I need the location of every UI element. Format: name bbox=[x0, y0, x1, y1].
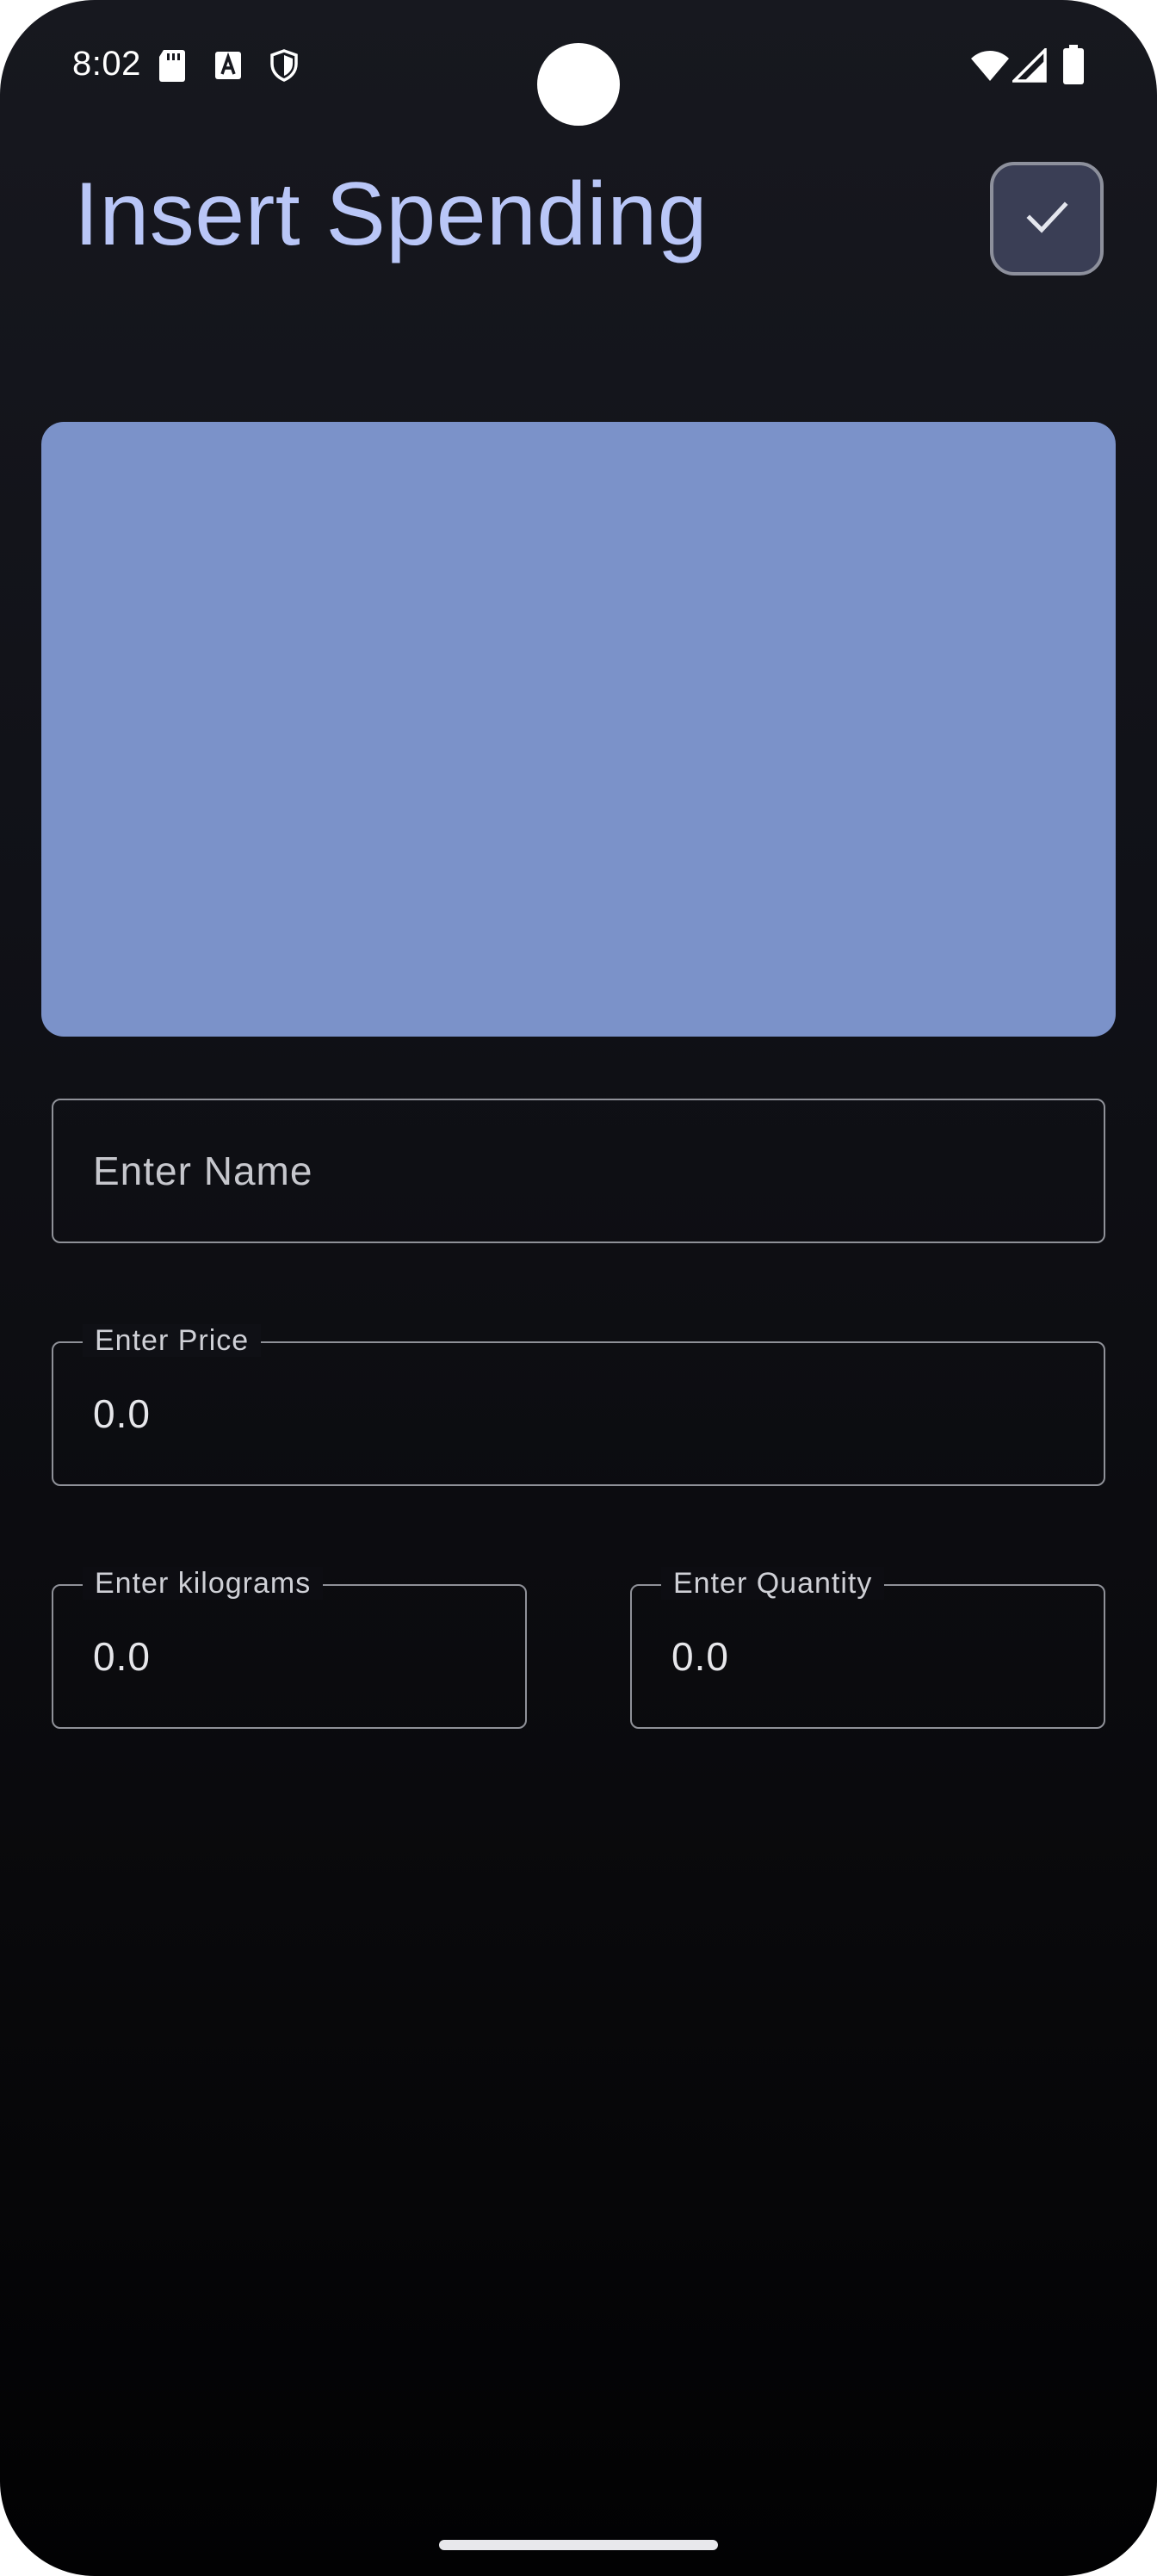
confirm-button[interactable] bbox=[990, 162, 1104, 276]
check-icon bbox=[1021, 191, 1073, 247]
kilograms-field[interactable]: Enter kilograms 0.0 bbox=[52, 1567, 527, 1729]
name-field[interactable]: Enter Name bbox=[52, 1099, 1105, 1243]
kilograms-label: Enter kilograms bbox=[83, 1567, 324, 1600]
price-field[interactable]: Enter Price 0.0 bbox=[52, 1324, 1105, 1486]
sd-card-icon bbox=[157, 48, 188, 83]
camera-cutout bbox=[537, 43, 620, 126]
page-title: Insert Spending bbox=[74, 164, 708, 264]
text-a-icon bbox=[213, 48, 244, 83]
kilograms-value: 0.0 bbox=[93, 1634, 151, 1679]
app-screen: 8:02 Insert Spending Enter Name Enter Pr… bbox=[0, 0, 1157, 2576]
wifi-icon bbox=[969, 48, 1011, 83]
cell-signal-icon bbox=[1010, 46, 1047, 83]
shield-icon bbox=[269, 48, 300, 83]
name-placeholder: Enter Name bbox=[93, 1149, 313, 1193]
image-picker[interactable] bbox=[41, 422, 1116, 1037]
quantity-value: 0.0 bbox=[671, 1634, 729, 1679]
price-value: 0.0 bbox=[93, 1391, 151, 1436]
status-time: 8:02 bbox=[72, 45, 141, 83]
quantity-field[interactable]: Enter Quantity 0.0 bbox=[630, 1567, 1105, 1729]
quantity-label: Enter Quantity bbox=[661, 1567, 885, 1600]
home-indicator[interactable] bbox=[439, 2540, 718, 2550]
status-bar: 8:02 bbox=[0, 0, 1157, 138]
battery-icon bbox=[1062, 45, 1085, 84]
price-label: Enter Price bbox=[83, 1324, 262, 1357]
